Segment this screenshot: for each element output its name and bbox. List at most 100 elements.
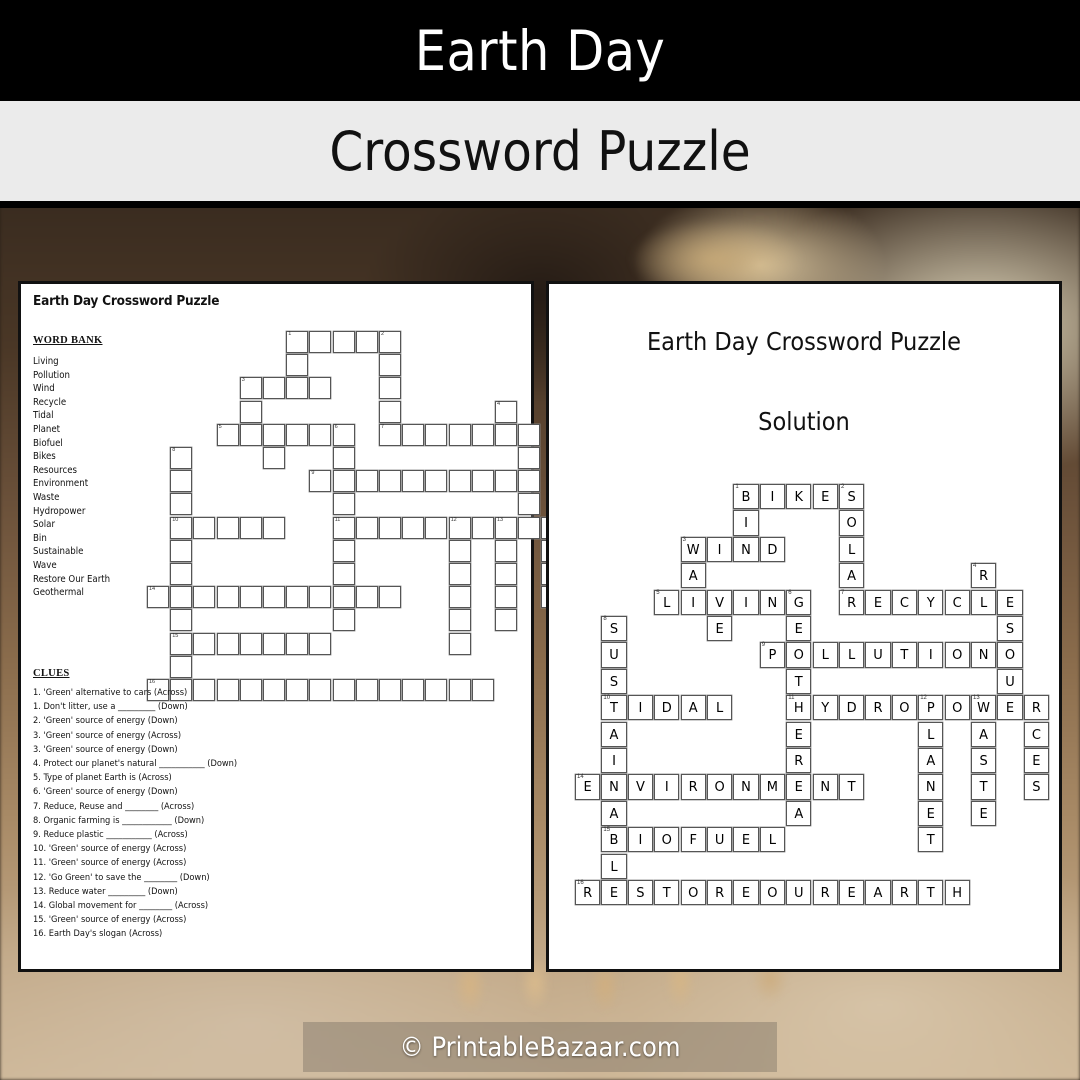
crossword-cell-letter: I [691, 595, 696, 611]
crossword-cell[interactable] [332, 447, 355, 469]
crossword-cell[interactable] [332, 470, 355, 493]
crossword-cell[interactable]: 1 [286, 331, 309, 353]
crossword-cell[interactable] [448, 586, 471, 609]
crossword-cell[interactable] [448, 632, 471, 655]
crossword-cell[interactable] [402, 516, 425, 539]
crossword-cell[interactable] [379, 377, 401, 400]
crossword-cell[interactable] [170, 539, 193, 562]
crossword-cell[interactable] [170, 470, 193, 493]
crossword-cell[interactable] [286, 354, 309, 377]
crossword-cell[interactable] [518, 516, 541, 539]
crossword-cell[interactable] [332, 493, 355, 516]
crossword-cell[interactable] [332, 609, 355, 632]
crossword-cell[interactable] [495, 586, 517, 609]
crossword-cell[interactable] [402, 679, 425, 701]
crossword-cell[interactable] [239, 632, 262, 655]
crossword-cell[interactable] [239, 423, 262, 446]
crossword-cell[interactable] [379, 586, 401, 609]
crossword-cell[interactable] [448, 539, 471, 562]
crossword-cell[interactable] [518, 447, 541, 469]
crossword-cell[interactable]: 6 [332, 423, 355, 446]
crossword-cell[interactable] [332, 563, 355, 585]
crossword-cell[interactable]: 13 [495, 516, 517, 539]
crossword-cell[interactable]: 12 [448, 516, 471, 539]
crossword-cell[interactable]: 9 [309, 470, 332, 493]
crossword-cell[interactable] [170, 563, 193, 585]
crossword-cell[interactable] [425, 516, 448, 539]
crossword-cell[interactable] [216, 516, 239, 539]
crossword-cell[interactable]: 14 [147, 586, 169, 609]
crossword-cell[interactable] [332, 586, 355, 609]
crossword-cell[interactable] [309, 331, 332, 353]
crossword-cell[interactable] [448, 470, 471, 493]
crossword-cell[interactable] [425, 423, 448, 446]
crossword-cell[interactable]: 8 [170, 447, 193, 469]
crossword-cell[interactable] [495, 563, 517, 585]
crossword-cell[interactable] [286, 632, 309, 655]
crossword-cell[interactable] [448, 423, 471, 446]
crossword-cell[interactable] [379, 400, 401, 423]
crossword-cell[interactable] [425, 679, 448, 701]
crossword-cell[interactable] [309, 586, 332, 609]
crossword-cell[interactable] [379, 516, 401, 539]
crossword-cell[interactable] [170, 493, 193, 516]
crossword-cell[interactable] [263, 377, 285, 400]
crossword-cell[interactable] [286, 586, 309, 609]
crossword-cell[interactable] [170, 655, 193, 678]
crossword-cell[interactable] [495, 423, 517, 446]
crossword-cell[interactable] [518, 423, 541, 446]
crossword-cell[interactable] [309, 632, 332, 655]
crossword-cell[interactable] [402, 423, 425, 446]
crossword-cell[interactable] [332, 331, 355, 353]
crossword-cell[interactable] [471, 470, 494, 493]
crossword-cell[interactable] [448, 563, 471, 585]
crossword-cell[interactable] [216, 586, 239, 609]
crossword-cell[interactable] [379, 354, 401, 377]
crossword-cell[interactable] [286, 377, 309, 400]
crossword-cell[interactable] [170, 609, 193, 632]
crossword-cell[interactable]: 7 [379, 423, 401, 446]
crossword-cell[interactable]: 4 [495, 400, 517, 423]
crossword-cell[interactable]: 3 [239, 377, 262, 400]
crossword-cell[interactable] [495, 609, 517, 632]
crossword-cell[interactable] [495, 470, 517, 493]
crossword-cell[interactable] [471, 679, 494, 701]
crossword-cell[interactable] [355, 331, 378, 353]
crossword-cell[interactable] [263, 586, 285, 609]
crossword-cell[interactable] [286, 423, 309, 446]
crossword-cell[interactable] [471, 516, 494, 539]
crossword-cell[interactable] [448, 679, 471, 701]
crossword-cell[interactable] [263, 447, 285, 469]
crossword-cell[interactable] [495, 539, 517, 562]
crossword-cell[interactable] [216, 632, 239, 655]
crossword-cell[interactable] [193, 632, 216, 655]
crossword-cell[interactable] [402, 470, 425, 493]
crossword-cell[interactable] [448, 609, 471, 632]
crossword-cell[interactable] [518, 470, 541, 493]
crossword-cell[interactable] [379, 470, 401, 493]
crossword-cell[interactable]: 15 [170, 632, 193, 655]
crossword-cell[interactable] [379, 679, 401, 701]
crossword-cell[interactable] [239, 516, 262, 539]
crossword-cell[interactable] [355, 586, 378, 609]
crossword-cell[interactable] [239, 400, 262, 423]
crossword-cell[interactable] [471, 423, 494, 446]
crossword-cell[interactable]: 2 [379, 331, 401, 353]
crossword-cell[interactable] [355, 516, 378, 539]
crossword-cell[interactable] [309, 423, 332, 446]
crossword-cell[interactable]: 5 [216, 423, 239, 446]
crossword-cell[interactable] [263, 516, 285, 539]
crossword-cell[interactable] [425, 470, 448, 493]
crossword-cell[interactable] [263, 423, 285, 446]
crossword-cell[interactable] [170, 586, 193, 609]
crossword-cell[interactable] [239, 586, 262, 609]
crossword-cell[interactable] [193, 516, 216, 539]
crossword-cell[interactable] [518, 493, 541, 516]
crossword-cell[interactable]: 10 [170, 516, 193, 539]
crossword-cell[interactable]: 11 [332, 516, 355, 539]
crossword-cell[interactable] [263, 632, 285, 655]
crossword-cell[interactable] [332, 539, 355, 562]
crossword-cell[interactable] [355, 470, 378, 493]
crossword-cell[interactable] [309, 377, 332, 400]
crossword-cell[interactable] [193, 586, 216, 609]
